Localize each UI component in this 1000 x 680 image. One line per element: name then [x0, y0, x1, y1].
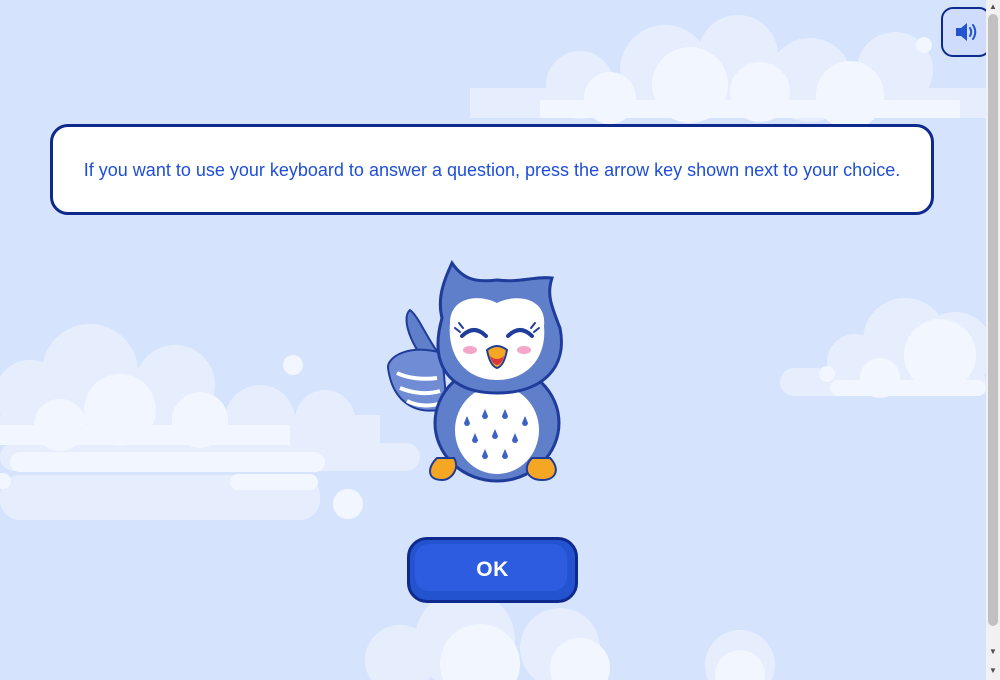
- lesson-screen: If you want to use your keyboard to answ…: [0, 0, 986, 680]
- speaker-icon: [956, 23, 977, 41]
- scroll-thumb[interactable]: [988, 14, 998, 626]
- ok-button[interactable]: OK: [407, 537, 578, 603]
- ok-button-label: OK: [476, 558, 509, 581]
- scroll-down-arrow-icon[interactable]: ▼: [986, 645, 1000, 659]
- vertical-scrollbar[interactable]: ▲ ▼ ▼: [986, 0, 1000, 680]
- scroll-up-arrow-icon[interactable]: ▲: [986, 0, 1000, 14]
- scroll-down-arrow-icon[interactable]: ▼: [986, 664, 1000, 678]
- instruction-dialog: If you want to use your keyboard to answ…: [50, 124, 934, 215]
- instruction-text: If you want to use your keyboard to answ…: [83, 159, 901, 180]
- owl-mascot-icon: [387, 259, 563, 483]
- sound-button[interactable]: [941, 7, 986, 57]
